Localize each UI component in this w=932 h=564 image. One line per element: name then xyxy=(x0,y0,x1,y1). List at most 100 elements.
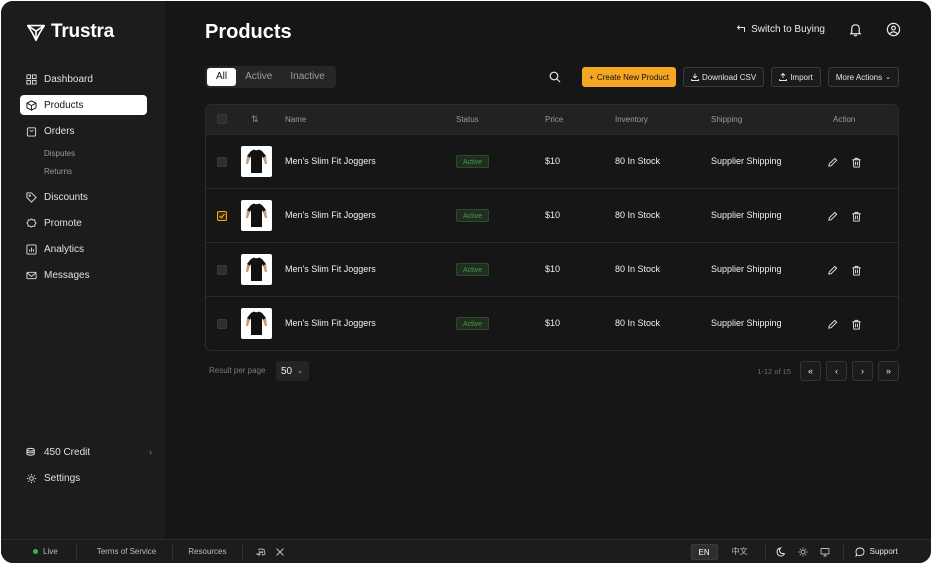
coins-icon xyxy=(26,447,35,456)
lang-en-button[interactable]: EN xyxy=(690,543,718,560)
credit-item[interactable]: 450 Credit › xyxy=(20,442,152,462)
sidebar-item-products[interactable]: Products xyxy=(20,95,147,115)
more-actions-label: More Actions xyxy=(835,72,883,82)
row-checkbox[interactable] xyxy=(217,265,227,275)
pencil-icon xyxy=(828,157,838,167)
edit-button[interactable] xyxy=(827,263,839,275)
sidebar-item-analytics[interactable]: Analytics xyxy=(20,239,147,259)
row-checkbox[interactable] xyxy=(217,211,227,221)
double-chevron-left-icon: « xyxy=(807,366,813,376)
edit-button[interactable] xyxy=(827,155,839,167)
last-page-button[interactable]: » xyxy=(878,361,899,381)
product-thumbnail xyxy=(241,146,272,177)
product-inventory: 80 In Stock xyxy=(615,264,661,274)
resources-link[interactable]: Resources xyxy=(188,547,226,556)
discord-link[interactable] xyxy=(255,547,266,557)
import-button[interactable]: Import xyxy=(771,67,821,87)
next-page-button[interactable]: › xyxy=(852,361,873,381)
table-row[interactable]: Men's Slim Fit Joggers Active $10 80 In … xyxy=(206,296,898,350)
chevron-right-icon: › xyxy=(149,447,152,457)
tag-icon xyxy=(26,191,37,203)
delete-button[interactable] xyxy=(851,317,863,330)
status-badge: Active xyxy=(456,155,490,168)
column-header-inventory[interactable]: Inventory xyxy=(615,105,648,134)
account-button[interactable] xyxy=(885,21,901,37)
sidebar-item-label: Analytics xyxy=(44,243,85,255)
sidebar-subitem-returns[interactable]: Returns xyxy=(20,163,147,181)
more-actions-button[interactable]: More Actions ⌄ xyxy=(827,67,899,87)
row-checkbox[interactable] xyxy=(217,157,227,167)
table-row[interactable]: Men's Slim Fit Joggers Active $10 80 In … xyxy=(206,188,898,242)
pagination: 1-12 of 15 « ‹ › » xyxy=(757,361,899,381)
tab-inactive[interactable]: Inactive xyxy=(281,68,333,86)
table-row[interactable]: Men's Slim Fit Joggers Active $10 80 In … xyxy=(206,134,898,188)
per-page-select[interactable]: 50 ⌄ xyxy=(276,361,309,381)
pencil-icon xyxy=(828,211,838,221)
sidebar-item-label: Dashboard xyxy=(44,73,93,85)
live-label: Live xyxy=(43,547,58,556)
sidebar-bottom: 450 Credit › Settings xyxy=(20,442,152,494)
column-header-shipping[interactable]: Shipping xyxy=(711,105,742,134)
product-name[interactable]: Men's Slim Fit Joggers xyxy=(285,264,376,274)
product-thumbnail xyxy=(241,200,272,231)
column-header-status[interactable]: Status xyxy=(456,105,479,134)
product-inventory: 80 In Stock xyxy=(615,318,661,328)
sidebar-item-messages[interactable]: Messages xyxy=(20,265,147,285)
delete-button[interactable] xyxy=(851,209,863,222)
import-label: Import xyxy=(790,72,813,82)
bag-icon xyxy=(26,126,37,137)
column-header-action: Action xyxy=(833,115,856,124)
product-name[interactable]: Men's Slim Fit Joggers xyxy=(285,156,376,166)
sidebar-item-settings[interactable]: Settings xyxy=(20,468,152,488)
system-mode-button[interactable] xyxy=(820,547,830,557)
delete-button[interactable] xyxy=(851,263,863,276)
sidebar-item-dashboard[interactable]: Dashboard xyxy=(20,69,147,89)
column-header-name[interactable]: Name xyxy=(285,105,306,134)
sidebar-item-label: Orders xyxy=(44,125,75,137)
product-inventory: 80 In Stock xyxy=(615,156,661,166)
lang-zh-button[interactable]: 中文 xyxy=(725,544,755,560)
table-row[interactable]: Men's Slim Fit Joggers Active $10 80 In … xyxy=(206,242,898,296)
product-inventory: 80 In Stock xyxy=(615,210,661,220)
product-name[interactable]: Men's Slim Fit Joggers xyxy=(285,210,376,220)
gear-icon xyxy=(26,473,37,483)
download-csv-button[interactable]: Download CSV xyxy=(682,67,765,87)
edit-button[interactable] xyxy=(827,209,839,221)
prev-page-button[interactable]: ‹ xyxy=(826,361,847,381)
edit-button[interactable] xyxy=(827,317,839,329)
tab-active[interactable]: Active xyxy=(236,68,281,86)
terms-link[interactable]: Terms of Service xyxy=(97,547,157,556)
badge-icon xyxy=(26,217,37,228)
search-button[interactable] xyxy=(543,67,567,87)
sidebar-item-label: Promote xyxy=(44,217,82,229)
column-header-price[interactable]: Price xyxy=(545,105,563,134)
logo[interactable]: Trustra xyxy=(25,21,114,43)
sidebar-item-discounts[interactable]: Discounts xyxy=(20,187,147,207)
sidebar-item-orders[interactable]: Orders xyxy=(20,121,147,141)
row-checkbox[interactable] xyxy=(217,319,227,329)
support-link[interactable]: Support xyxy=(854,547,898,557)
sidebar-subitem-disputes[interactable]: Disputes xyxy=(20,145,147,163)
sidebar: Trustra Dashboard Products Orders Disput… xyxy=(1,1,165,539)
dark-mode-button[interactable] xyxy=(776,546,786,557)
product-name[interactable]: Men's Slim Fit Joggers xyxy=(285,318,376,328)
switch-to-buying-button[interactable]: Switch to Buying xyxy=(736,24,825,35)
settings-label: Settings xyxy=(44,472,81,484)
x-link[interactable] xyxy=(275,547,285,557)
sidebar-nav: Dashboard Products Orders Disputes Retur… xyxy=(20,69,147,291)
sun-icon xyxy=(798,547,808,556)
monitor-icon xyxy=(820,547,830,556)
delete-button[interactable] xyxy=(851,155,863,168)
notifications-button[interactable] xyxy=(847,21,863,37)
create-new-product-button[interactable]: + Create New Product xyxy=(582,67,676,87)
select-all-checkbox[interactable] xyxy=(217,114,227,124)
sidebar-item-label: Discounts xyxy=(44,191,88,203)
sidebar-item-promote[interactable]: Promote xyxy=(20,213,147,233)
filter-tabs: All Active Inactive xyxy=(205,66,336,88)
switch-to-buying-label: Switch to Buying xyxy=(751,23,825,35)
sort-icon[interactable]: ⇅ xyxy=(251,105,259,134)
tab-all[interactable]: All xyxy=(207,68,237,86)
light-mode-button[interactable] xyxy=(798,547,808,557)
trash-icon xyxy=(852,211,861,222)
first-page-button[interactable]: « xyxy=(800,361,821,381)
